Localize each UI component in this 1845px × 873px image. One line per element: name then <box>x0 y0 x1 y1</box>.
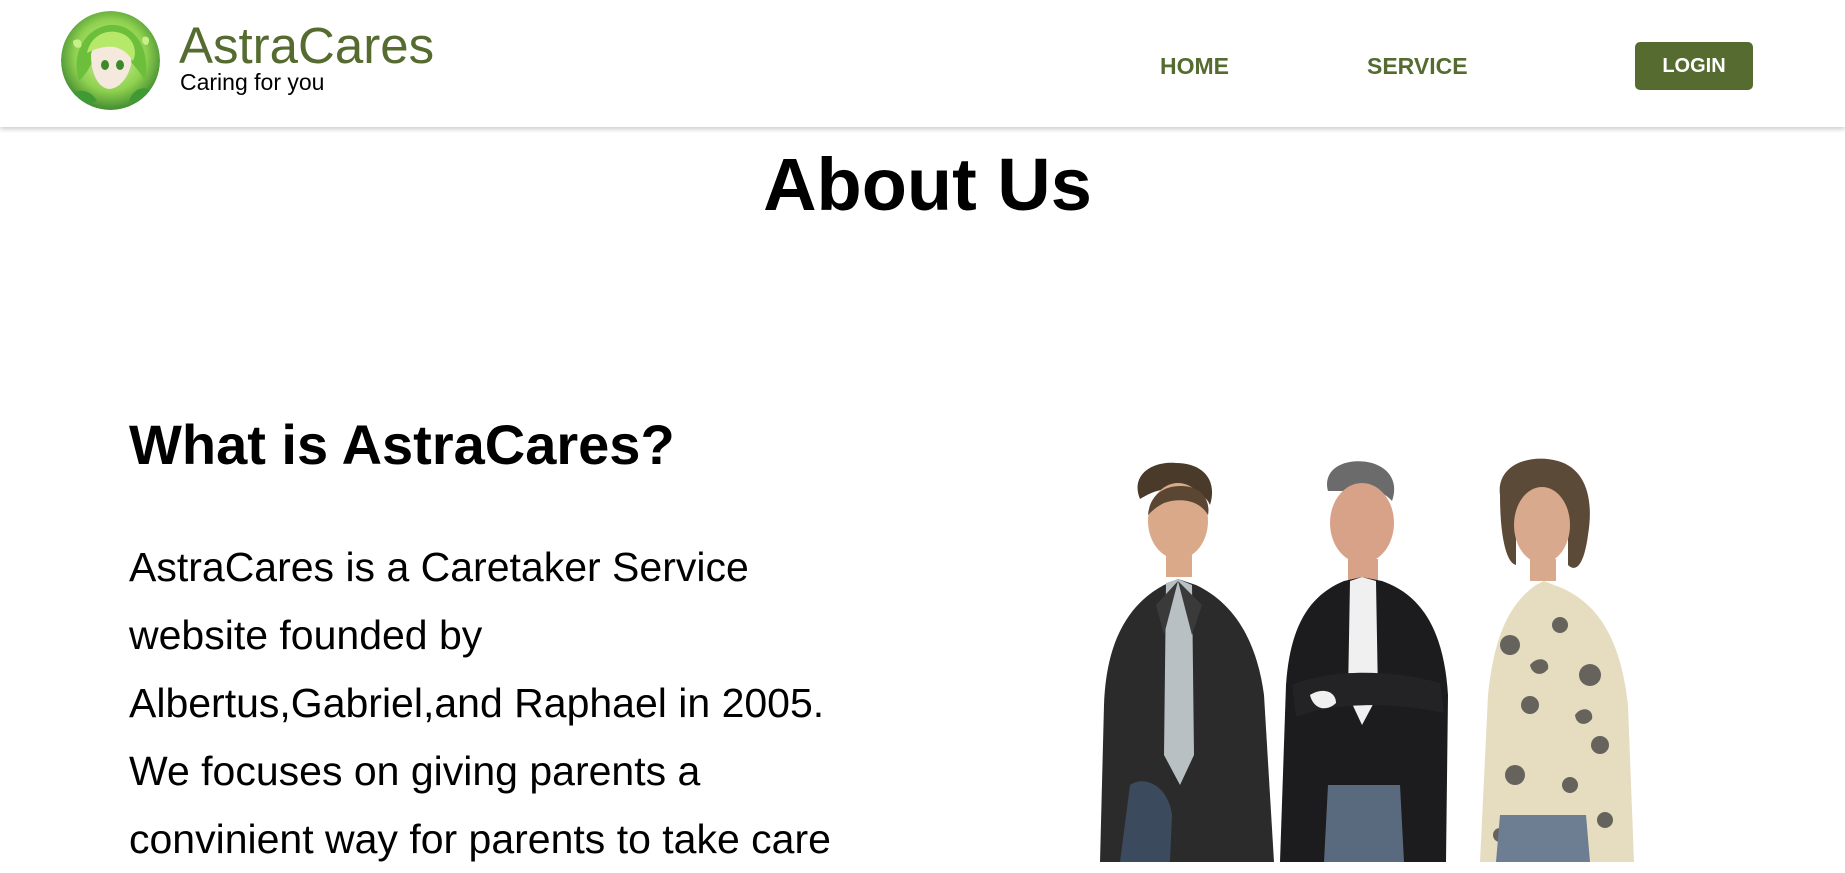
page-title: About Us <box>763 143 1092 226</box>
brand-name: AstraCares <box>179 17 435 74</box>
navbar: AstraCares Caring for you HOME SERVICE L… <box>0 0 1845 127</box>
founders-photo <box>1100 458 1634 862</box>
founder-right-figure <box>1480 458 1634 862</box>
anime-character-logo-icon <box>61 11 160 110</box>
about-line: Albertus,Gabriel,and Raphael in 2005. <box>129 680 825 726</box>
brand-tagline: Caring for you <box>180 69 325 95</box>
about-line: website founded by <box>129 612 483 658</box>
about-line: convinient way for parents to take care <box>129 816 831 862</box>
about-line: AstraCares is a Caretaker Service <box>129 544 749 590</box>
nav-link-home[interactable]: HOME <box>1160 52 1229 80</box>
founder-left-figure <box>1100 462 1274 862</box>
section-heading: What is AstraCares? <box>129 413 675 476</box>
logo-avatar[interactable] <box>61 11 160 110</box>
founder-middle-figure <box>1280 461 1448 862</box>
login-button[interactable]: LOGIN <box>1635 42 1753 90</box>
nav-link-service[interactable]: SERVICE <box>1367 52 1468 80</box>
about-paragraph: AstraCares is a Caretaker Service websit… <box>129 533 919 873</box>
about-line: We focuses on giving parents a <box>129 748 701 794</box>
